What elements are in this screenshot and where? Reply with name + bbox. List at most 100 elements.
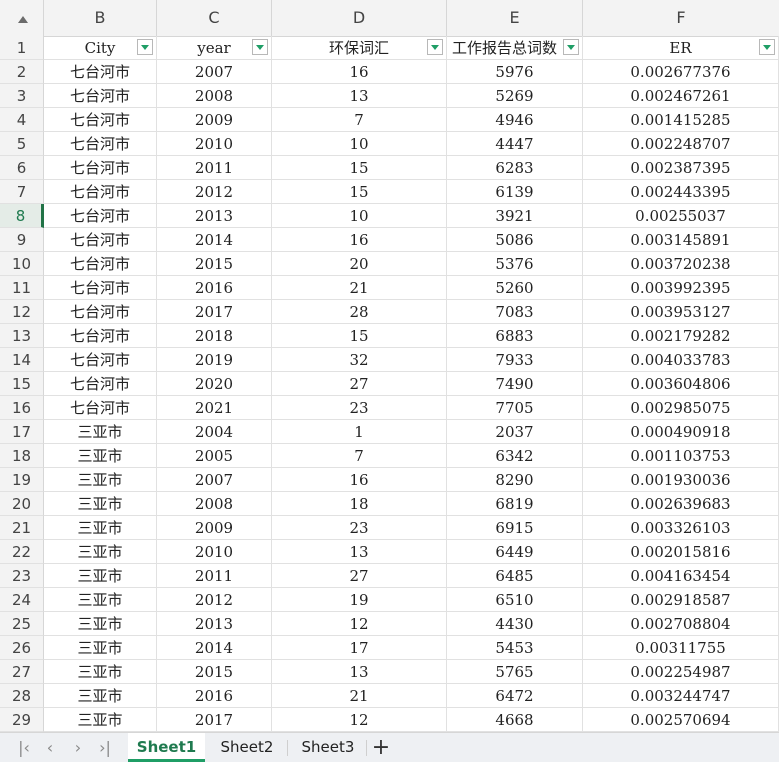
cell-city[interactable]: 三亚市 xyxy=(44,708,157,732)
cell-eco-words[interactable]: 13 xyxy=(272,660,447,684)
column-header-e[interactable]: E xyxy=(447,0,583,36)
tab-sheet3[interactable]: Sheet3 xyxy=(292,733,364,762)
cell-eco-words[interactable]: 7 xyxy=(272,444,447,468)
header-cell-eco-words[interactable]: 环保词汇 xyxy=(272,36,447,60)
cell-total-words[interactable]: 5376 xyxy=(447,252,583,276)
cell-er[interactable]: 0.003326103 xyxy=(583,516,779,540)
cell-total-words[interactable]: 6139 xyxy=(447,180,583,204)
cell-eco-words[interactable]: 18 xyxy=(272,492,447,516)
row-header[interactable]: 7 xyxy=(0,180,44,204)
cell-er[interactable]: 0.003953127 xyxy=(583,300,779,324)
cell-total-words[interactable]: 5765 xyxy=(447,660,583,684)
row-header[interactable]: 24 xyxy=(0,588,44,612)
cell-eco-words[interactable]: 27 xyxy=(272,564,447,588)
cell-year[interactable]: 2007 xyxy=(157,468,272,492)
tab-sheet1[interactable]: Sheet1 xyxy=(128,733,205,762)
cell-total-words[interactable]: 4668 xyxy=(447,708,583,732)
cell-year[interactable]: 2004 xyxy=(157,420,272,444)
cell-er[interactable]: 0.002248707 xyxy=(583,132,779,156)
cell-city[interactable]: 七台河市 xyxy=(44,204,157,228)
header-cell-city[interactable]: City xyxy=(44,36,157,60)
cell-eco-words[interactable]: 16 xyxy=(272,468,447,492)
tab-sheet2[interactable]: Sheet2 xyxy=(211,733,283,762)
cell-total-words[interactable]: 6883 xyxy=(447,324,583,348)
row-header[interactable]: 10 xyxy=(0,252,44,276)
cell-er[interactable]: 0.000490918 xyxy=(583,420,779,444)
cell-total-words[interactable]: 6283 xyxy=(447,156,583,180)
last-sheet-icon[interactable]: ›| xyxy=(93,733,117,763)
cell-city[interactable]: 七台河市 xyxy=(44,300,157,324)
cell-er[interactable]: 0.002254987 xyxy=(583,660,779,684)
cell-er[interactable]: 0.001415285 xyxy=(583,108,779,132)
cell-city[interactable]: 三亚市 xyxy=(44,564,157,588)
cell-er[interactable]: 0.002467261 xyxy=(583,84,779,108)
cell-total-words[interactable]: 6449 xyxy=(447,540,583,564)
cell-eco-words[interactable]: 23 xyxy=(272,516,447,540)
cell-city[interactable]: 三亚市 xyxy=(44,636,157,660)
prev-sheet-icon[interactable]: ‹ xyxy=(38,733,62,763)
cell-total-words[interactable]: 6510 xyxy=(447,588,583,612)
cell-eco-words[interactable]: 17 xyxy=(272,636,447,660)
cell-er[interactable]: 0.001930036 xyxy=(583,468,779,492)
row-header[interactable]: 28 xyxy=(0,684,44,708)
cell-eco-words[interactable]: 12 xyxy=(272,708,447,732)
column-header-c[interactable]: C xyxy=(157,0,272,36)
row-header[interactable]: 12 xyxy=(0,300,44,324)
cell-total-words[interactable]: 7083 xyxy=(447,300,583,324)
row-header[interactable]: 23 xyxy=(0,564,44,588)
cell-city[interactable]: 三亚市 xyxy=(44,492,157,516)
row-header[interactable]: 3 xyxy=(0,84,44,108)
row-header[interactable]: 20 xyxy=(0,492,44,516)
cell-city[interactable]: 七台河市 xyxy=(44,132,157,156)
cell-eco-words[interactable]: 13 xyxy=(272,84,447,108)
row-header[interactable]: 9 xyxy=(0,228,44,252)
cell-year[interactable]: 2009 xyxy=(157,516,272,540)
cell-er[interactable]: 0.002677376 xyxy=(583,60,779,84)
cell-year[interactable]: 2012 xyxy=(157,180,272,204)
cell-city[interactable]: 三亚市 xyxy=(44,588,157,612)
cell-er[interactable]: 0.002179282 xyxy=(583,324,779,348)
cell-total-words[interactable]: 6915 xyxy=(447,516,583,540)
cell-er[interactable]: 0.004033783 xyxy=(583,348,779,372)
cell-total-words[interactable]: 5260 xyxy=(447,276,583,300)
cell-city[interactable]: 三亚市 xyxy=(44,468,157,492)
cell-city[interactable]: 三亚市 xyxy=(44,444,157,468)
cell-total-words[interactable]: 3921 xyxy=(447,204,583,228)
cell-year[interactable]: 2013 xyxy=(157,612,272,636)
next-sheet-icon[interactable]: › xyxy=(66,733,90,763)
cell-city[interactable]: 七台河市 xyxy=(44,228,157,252)
cell-year[interactable]: 2017 xyxy=(157,300,272,324)
cell-total-words[interactable]: 5269 xyxy=(447,84,583,108)
cell-er[interactable]: 0.003720238 xyxy=(583,252,779,276)
cell-city[interactable]: 七台河市 xyxy=(44,108,157,132)
row-header[interactable]: 15 xyxy=(0,372,44,396)
cell-eco-words[interactable]: 16 xyxy=(272,60,447,84)
cell-total-words[interactable]: 7490 xyxy=(447,372,583,396)
cell-total-words[interactable]: 6485 xyxy=(447,564,583,588)
cell-er[interactable]: 0.002639683 xyxy=(583,492,779,516)
row-header[interactable]: 27 xyxy=(0,660,44,684)
filter-dropdown-button[interactable] xyxy=(563,39,579,55)
row-header[interactable]: 1 xyxy=(0,36,44,60)
cell-year[interactable]: 2010 xyxy=(157,540,272,564)
cell-eco-words[interactable]: 1 xyxy=(272,420,447,444)
cell-eco-words[interactable]: 10 xyxy=(272,132,447,156)
row-header[interactable]: 16 xyxy=(0,396,44,420)
cell-eco-words[interactable]: 27 xyxy=(272,372,447,396)
cell-year[interactable]: 2013 xyxy=(157,204,272,228)
filter-dropdown-button[interactable] xyxy=(137,39,153,55)
column-header-d[interactable]: D xyxy=(272,0,447,36)
cell-total-words[interactable]: 5976 xyxy=(447,60,583,84)
cell-total-words[interactable]: 4430 xyxy=(447,612,583,636)
first-sheet-icon[interactable]: |‹ xyxy=(12,733,36,763)
spreadsheet-grid[interactable]: B C D E F 1 City year 环保词汇 工作报告总词数 ER 2七… xyxy=(0,0,779,732)
cell-year[interactable]: 2012 xyxy=(157,588,272,612)
cell-year[interactable]: 2014 xyxy=(157,636,272,660)
row-header[interactable]: 8 xyxy=(0,204,44,228)
header-cell-total-words[interactable]: 工作报告总词数 xyxy=(447,36,583,60)
cell-city[interactable]: 七台河市 xyxy=(44,324,157,348)
row-header[interactable]: 11 xyxy=(0,276,44,300)
column-header-b[interactable]: B xyxy=(44,0,157,36)
cell-year[interactable]: 2016 xyxy=(157,684,272,708)
cell-year[interactable]: 2008 xyxy=(157,492,272,516)
